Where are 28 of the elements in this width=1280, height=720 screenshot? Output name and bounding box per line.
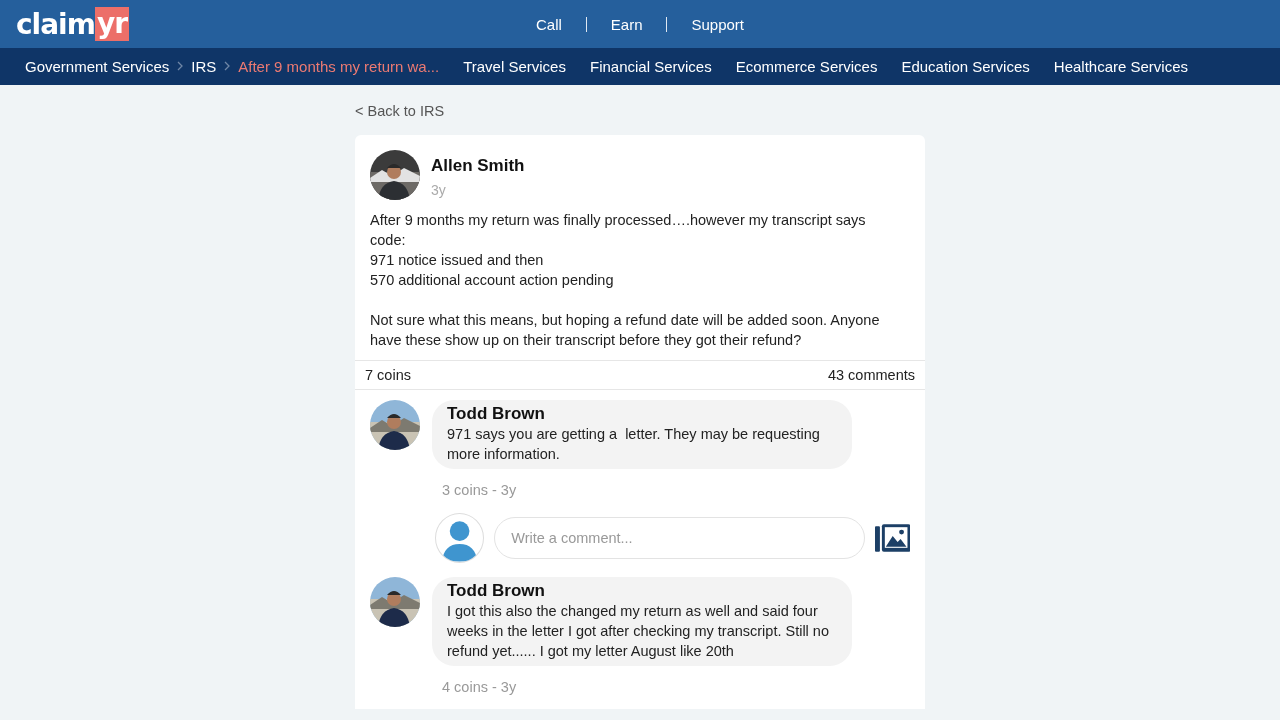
header-link[interactable]: Support [691,15,745,33]
comment-text: I got this also the changed my return as well and said four weeks in the letter I got after checking my transcript. Still no refund yet...... I got my letter August like 20th [447,602,830,661]
breadcrumb-link[interactable]: After 9 months my return wa... [238,58,440,75]
comment-text: 971 says you are getting a letter. They may be requesting more information. [447,425,821,464]
back-link[interactable]: < Back to IRS [355,103,445,119]
chevron-icon [177,61,184,71]
header-link[interactable]: Call [535,15,562,33]
category-link[interactable]: Education Services [901,58,1030,75]
author-name: Allen Smith [431,156,525,176]
chevron-icon [224,61,231,71]
comment-meta: 4 coins - 3y [442,679,518,695]
logo-text[interactable]: claim [16,7,95,41]
header-link[interactable]: Earn [610,15,643,33]
comments-count[interactable]: 43 comments [827,367,915,383]
comment-author: Todd Brown [447,404,546,424]
category-link[interactable]: Ecommerce Services [735,58,878,75]
breadcrumb-link[interactable]: IRS [191,58,217,75]
coins-count: 7 coins [365,367,411,383]
comment-author: Todd Brown [447,581,546,601]
breadcrumb-link[interactable]: Government Services [25,58,170,75]
image-icon[interactable] [874,523,910,553]
post-body: After 9 months my return was finally processed….however my transcript says code: 971 notice issued and then 570 additional account action pending Not sure what this means, but hoping a refund date will be added soon. Anyone have these show up on their transcript before they got their refund? [369,211,881,350]
category-link[interactable]: Financial Services [589,58,712,75]
category-link[interactable]: Travel Services [463,58,566,75]
comment-field[interactable]: Write a comment... [494,517,865,559]
comment-meta: 3 coins - 3y [442,482,518,498]
category-link[interactable]: Healthcare Services [1053,58,1189,75]
post-time: 3y [431,182,447,198]
